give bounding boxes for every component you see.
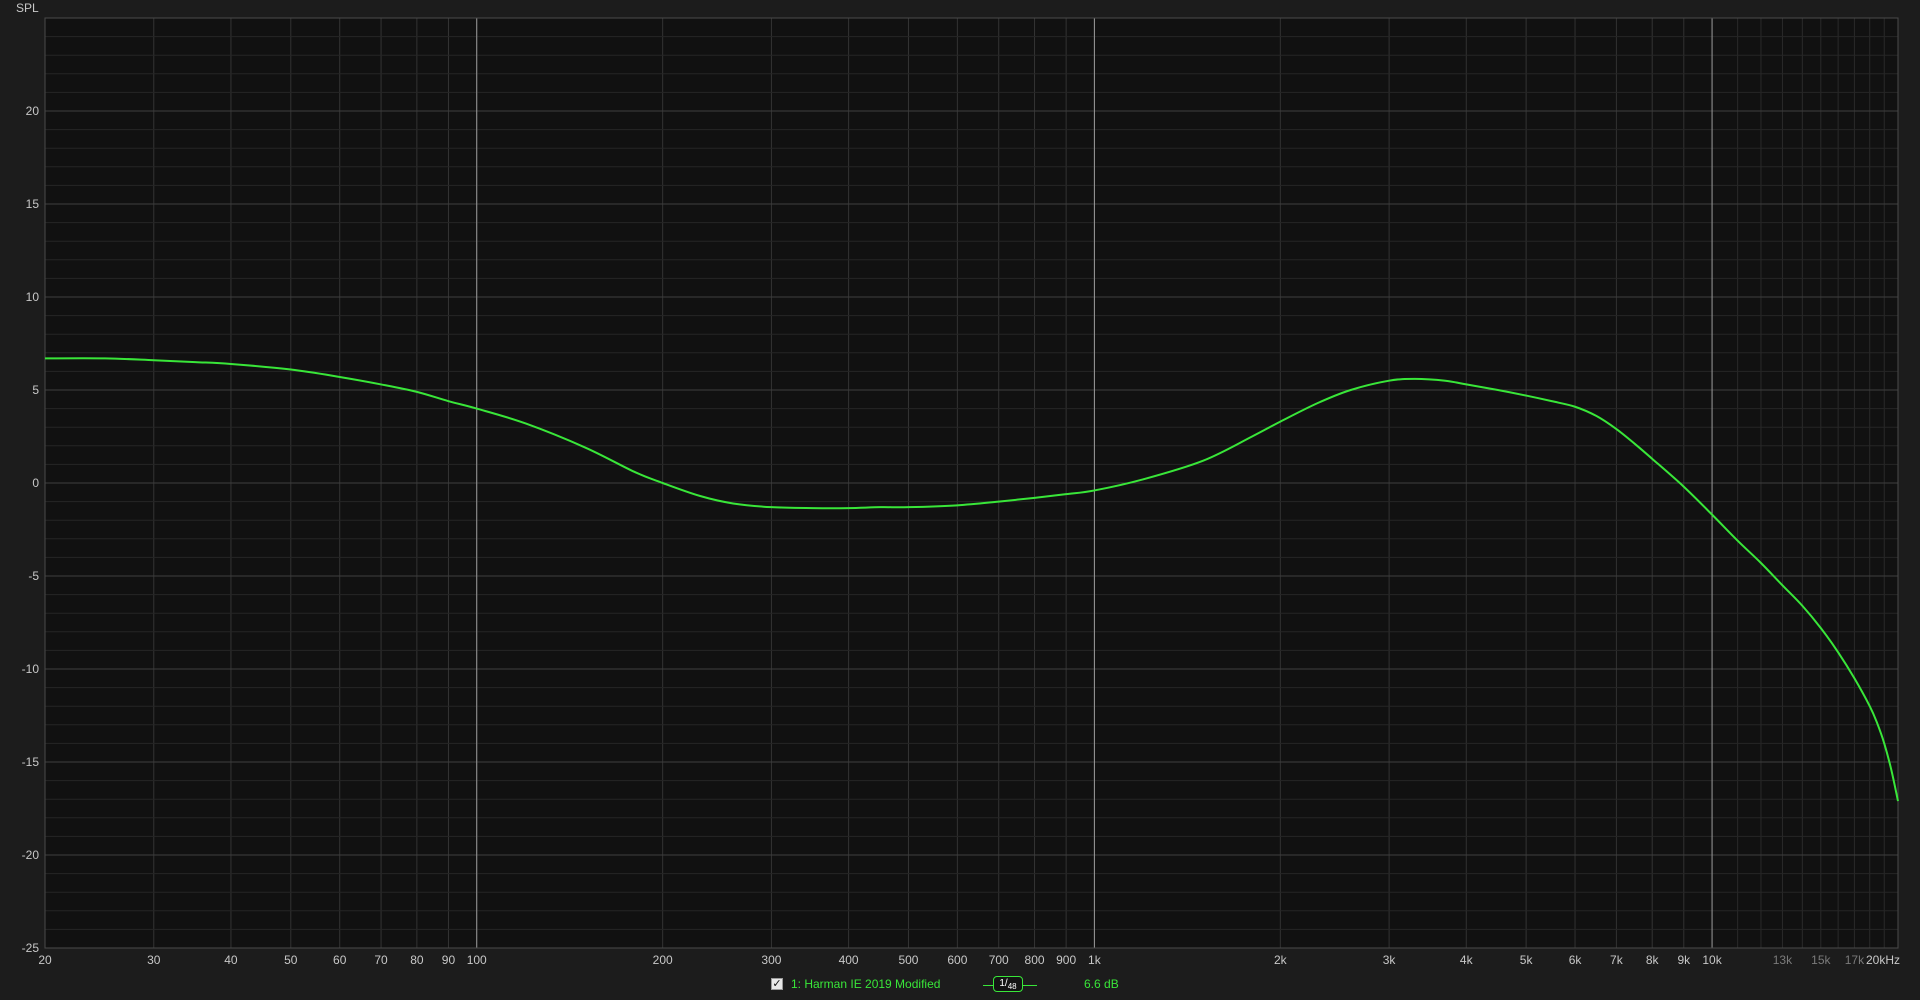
y-tick-label: -15 bbox=[22, 755, 40, 769]
y-tick-label: 5 bbox=[32, 383, 39, 397]
x-tick-label: 30 bbox=[147, 953, 161, 967]
trace-offset-value: 6.6 dB bbox=[1084, 977, 1119, 991]
y-tick-label: -10 bbox=[22, 662, 40, 676]
y-tick-label: 20 bbox=[26, 104, 40, 118]
x-tick-label: 200 bbox=[653, 953, 673, 967]
x-tick-label: 9k bbox=[1677, 953, 1691, 967]
trace-name-label: 1: Harman IE 2019 Modified bbox=[791, 977, 941, 991]
x-tick-label: 5k bbox=[1520, 953, 1534, 967]
y-axis-title: SPL bbox=[16, 1, 39, 15]
x-tick-label: 70 bbox=[374, 953, 388, 967]
rew-spl-graph-window: 20 15 10 5 0 -5 -10 -15 -20 -25 SPL 20 30 40 50 60 70 80 9… bbox=[0, 0, 1920, 1000]
x-tick-label: 60 bbox=[333, 953, 347, 967]
x-tick-label: 2k bbox=[1274, 953, 1288, 967]
legend-bar: ✓ 1: Harman IE 2019 Modified 1/48 6.6 dB bbox=[0, 974, 1920, 996]
x-tick-label: 6k bbox=[1569, 953, 1583, 967]
y-tick-label: 0 bbox=[32, 476, 39, 490]
smoothing-numerator: 1/ bbox=[999, 978, 1008, 989]
x-tick-label: 700 bbox=[989, 953, 1009, 967]
x-tick-label: 50 bbox=[284, 953, 298, 967]
x-tick-label: 1k bbox=[1088, 953, 1102, 967]
x-tick-label: 500 bbox=[898, 953, 918, 967]
x-tick-label: 7k bbox=[1610, 953, 1624, 967]
trace-visibility-checkbox[interactable]: ✓ bbox=[771, 978, 783, 990]
y-tick-label: -5 bbox=[28, 569, 39, 583]
x-tick-label: 3k bbox=[1383, 953, 1397, 967]
spl-chart: 20151050-5-10-15-20-25SPL20 30 40 50 60 70 80 9… bbox=[16, 1, 1900, 967]
x-tick-label: 800 bbox=[1025, 953, 1045, 967]
x-tick-label: 15k bbox=[1811, 953, 1831, 967]
x-tick-label: 13k bbox=[1773, 953, 1793, 967]
x-tick-label: 20kHz bbox=[1866, 953, 1900, 967]
x-tick-label: 400 bbox=[839, 953, 859, 967]
x-tick-label: 600 bbox=[947, 953, 967, 967]
x-tick-label: 80 bbox=[410, 953, 424, 967]
x-tick-label: 8k bbox=[1646, 953, 1660, 967]
x-tick-label: 4k bbox=[1460, 953, 1474, 967]
x-tick-label: 300 bbox=[761, 953, 781, 967]
smoothing-button[interactable]: 1/48 bbox=[993, 976, 1023, 992]
y-tick-label: 10 bbox=[26, 290, 40, 304]
y-tick-label: 15 bbox=[26, 197, 40, 211]
smoothing-denominator: 48 bbox=[1007, 982, 1017, 991]
x-tick-label: 10k bbox=[1702, 953, 1722, 967]
x-tick-label: 40 bbox=[224, 953, 238, 967]
x-tick-label: 17k bbox=[1845, 953, 1865, 967]
x-tick-label: 90 bbox=[442, 953, 456, 967]
x-tick-label: 900 bbox=[1056, 953, 1076, 967]
y-tick-label: -20 bbox=[22, 848, 40, 862]
x-tick-label: 100 bbox=[467, 953, 487, 967]
x-tick-label: 20 bbox=[38, 953, 52, 967]
y-tick-label: -25 bbox=[22, 941, 40, 955]
